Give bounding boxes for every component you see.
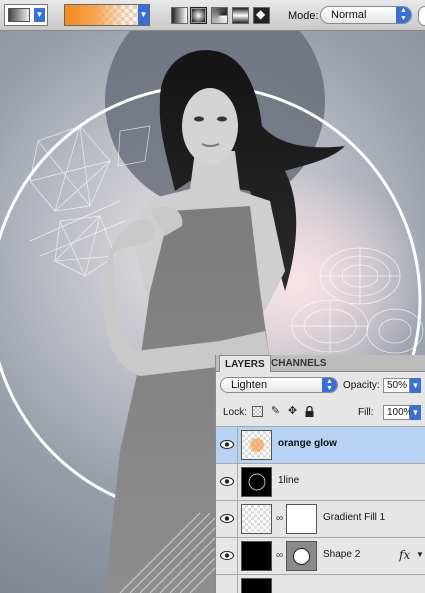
blend-mode-value: Lighten [231,379,268,391]
fill-label: Fill: [358,407,374,418]
angle-gradient-icon[interactable] [211,7,228,24]
diamond-gradient-icon[interactable] [253,7,270,24]
layer-thumbnail [241,541,272,571]
blend-mode-select[interactable]: Lighten ▲ ▼ [220,377,338,393]
lock-transparency-icon[interactable] [252,406,263,417]
layer-mask-thumbnail[interactable] [286,504,317,534]
chevron-down-icon: ▼ [34,8,45,22]
visibility-eye-icon[interactable] [216,427,238,463]
mode-select[interactable]: Normal ▲ ▼ [320,6,412,24]
layer-name[interactable]: Shape 2 [323,549,360,560]
layer-name[interactable]: 1line [278,475,299,486]
layer-thumbnail [241,578,272,593]
opacity-value: 50% [387,380,408,391]
chevron-down-icon[interactable]: ▼ [410,378,421,393]
lock-label: Lock: [223,407,247,418]
layer-name[interactable]: orange glow [278,438,337,449]
chevron-down-icon[interactable]: ▼ [138,5,149,25]
lock-brush-icon[interactable]: ✎ [270,406,281,417]
layer-row-orange-glow[interactable]: orange glow [216,426,425,463]
mode-value: Normal [331,9,367,21]
layers-panel: LAYERS CHANNELS Lighten ▲ ▼ Opacity: 50% … [215,355,425,593]
lock-all-icon[interactable] [304,405,315,417]
chevron-down-icon[interactable]: ▼ [410,405,421,420]
visibility-eye-icon[interactable] [216,538,238,574]
layer-row-partial[interactable] [216,574,425,593]
updown-arrows-icon: ▲ ▼ [396,7,411,23]
fill-field[interactable]: 100% ▼ [383,405,421,420]
opacity-field[interactable]: 50% ▼ [383,378,421,393]
link-chain-icon[interactable]: ∞ [276,513,283,524]
opacity-label: Opacity: [343,380,380,391]
mode-label: Mode: [288,10,319,22]
options-toolbar: ▼ ▼ Mode: Normal ▲▼ [0,0,425,31]
visibility-eye-icon[interactable] [216,464,238,500]
gradient-tool-icon [8,8,30,22]
model-face [182,88,238,164]
layer-row-gradient-fill-1[interactable]: ∞ Gradient Fill 1 [216,500,425,537]
tab-channels[interactable]: CHANNELS [266,355,332,372]
layer-thumbnail [241,430,272,460]
linear-gradient-icon[interactable] [171,7,188,24]
vector-mask-thumbnail[interactable] [286,541,317,571]
visibility-eye-icon[interactable] [216,501,238,537]
visibility-eye-icon[interactable] [216,575,238,593]
layer-thumbnail [241,504,272,534]
panel-tabs: LAYERS CHANNELS [216,355,425,372]
layer-name[interactable]: Gradient Fill 1 [323,512,385,523]
layer-row-shape-2[interactable]: ∞ Shape 2 fx ▼ [216,537,425,574]
layer-thumbnail [241,467,272,497]
gradient-editor-swatch[interactable]: ▼ [64,4,150,26]
opacity-field-partial[interactable] [418,6,425,26]
fill-value: 100% [387,407,413,418]
reflected-gradient-icon[interactable] [232,7,249,24]
updown-arrows-icon: ▲ ▼ [322,378,337,392]
radial-gradient-icon[interactable] [190,7,207,24]
lock-move-icon[interactable]: ✥ [287,406,298,417]
layer-row-1line[interactable]: 1line [216,463,425,500]
tool-preset-picker[interactable]: ▼ [4,4,48,26]
fx-icon[interactable]: fx [399,548,410,562]
tab-layers[interactable]: LAYERS [219,355,271,372]
link-chain-icon[interactable]: ∞ [276,550,283,561]
expand-effects-icon[interactable]: ▼ [416,550,424,559]
